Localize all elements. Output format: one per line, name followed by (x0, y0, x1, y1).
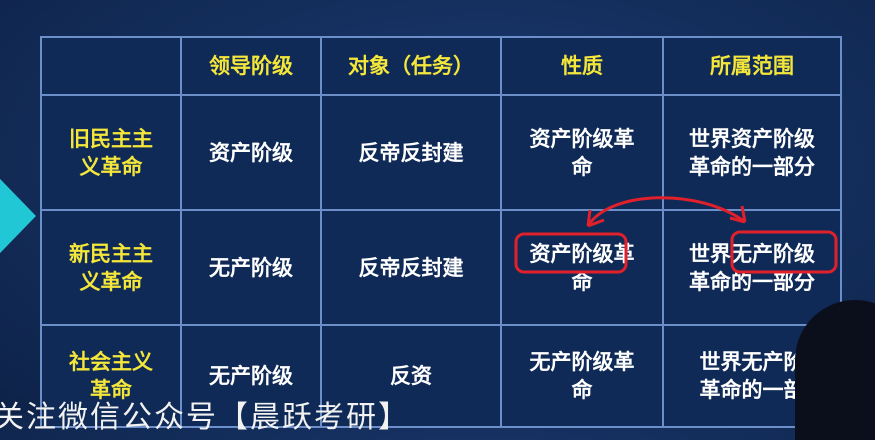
watermark-caption: 关注微信公众号【晨跃考研】 (0, 400, 410, 435)
highlight-box-scope (730, 230, 838, 274)
red-annotation-marks (514, 196, 838, 274)
highlight-box-nature (514, 232, 628, 274)
double-arrow-curve (586, 196, 746, 227)
